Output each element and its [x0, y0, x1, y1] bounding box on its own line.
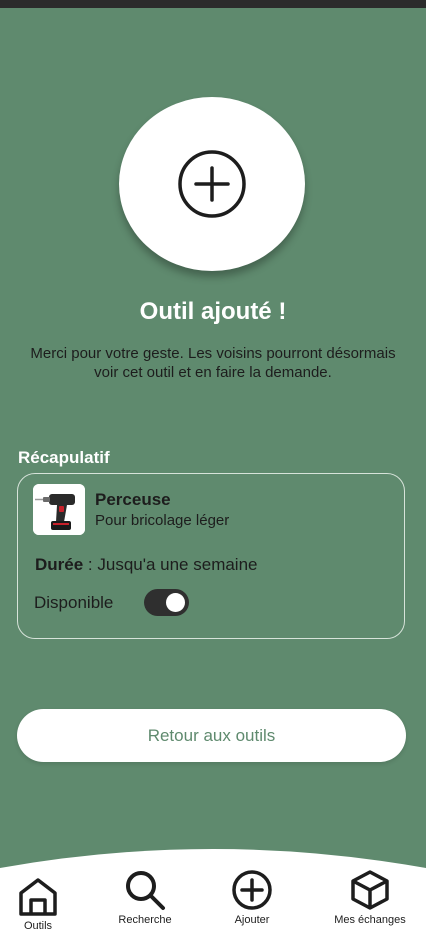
nav-label-ajouter: Ajouter: [234, 914, 270, 926]
bottom-navigation: Outils Recherche Ajouter Mes échanges: [0, 842, 426, 940]
toggle-knob: [166, 593, 185, 612]
nav-label-outils: Outils: [23, 920, 53, 932]
nav-item-recherche[interactable]: Recherche: [110, 868, 180, 926]
plus-circle-icon: [178, 150, 246, 218]
tool-image: [33, 484, 85, 535]
add-confirmation-badge: [119, 97, 305, 271]
duration-row: Durée : Jusqu'a une semaine: [35, 555, 258, 575]
nav-label-recherche: Recherche: [118, 914, 172, 926]
duration-separator: :: [83, 555, 98, 574]
drill-icon: [33, 484, 85, 535]
home-icon: [19, 878, 57, 916]
nav-label-mes-echanges: Mes échanges: [334, 914, 406, 926]
status-bar: [0, 0, 426, 8]
duration-label: Durée: [35, 555, 84, 574]
nav-item-outils[interactable]: Outils: [9, 874, 67, 932]
tool-description: Pour bricolage léger: [95, 512, 230, 529]
nav-item-mes-echanges[interactable]: Mes échanges: [328, 868, 412, 926]
tool-name: Perceuse: [95, 490, 171, 509]
confirmation-message: Merci pour votre geste. Les voisins pour…: [30, 345, 396, 381]
nav-item-ajouter[interactable]: Ajouter: [222, 868, 282, 926]
confirmation-title: Outil ajouté !: [139, 298, 287, 325]
availability-label: Disponible: [34, 593, 114, 612]
search-icon: [126, 871, 165, 910]
back-to-tools-button[interactable]: Retour aux outils: [17, 709, 406, 762]
duration-value: Jusqu'a une semaine: [97, 555, 258, 574]
recap-card: Perceuse Pour bricolage léger Durée : Ju…: [17, 473, 405, 639]
recap-heading: Récapulatif: [18, 448, 110, 467]
availability-toggle[interactable]: [144, 589, 189, 616]
plus-circle-icon: [232, 870, 272, 910]
box-icon: [351, 870, 389, 910]
